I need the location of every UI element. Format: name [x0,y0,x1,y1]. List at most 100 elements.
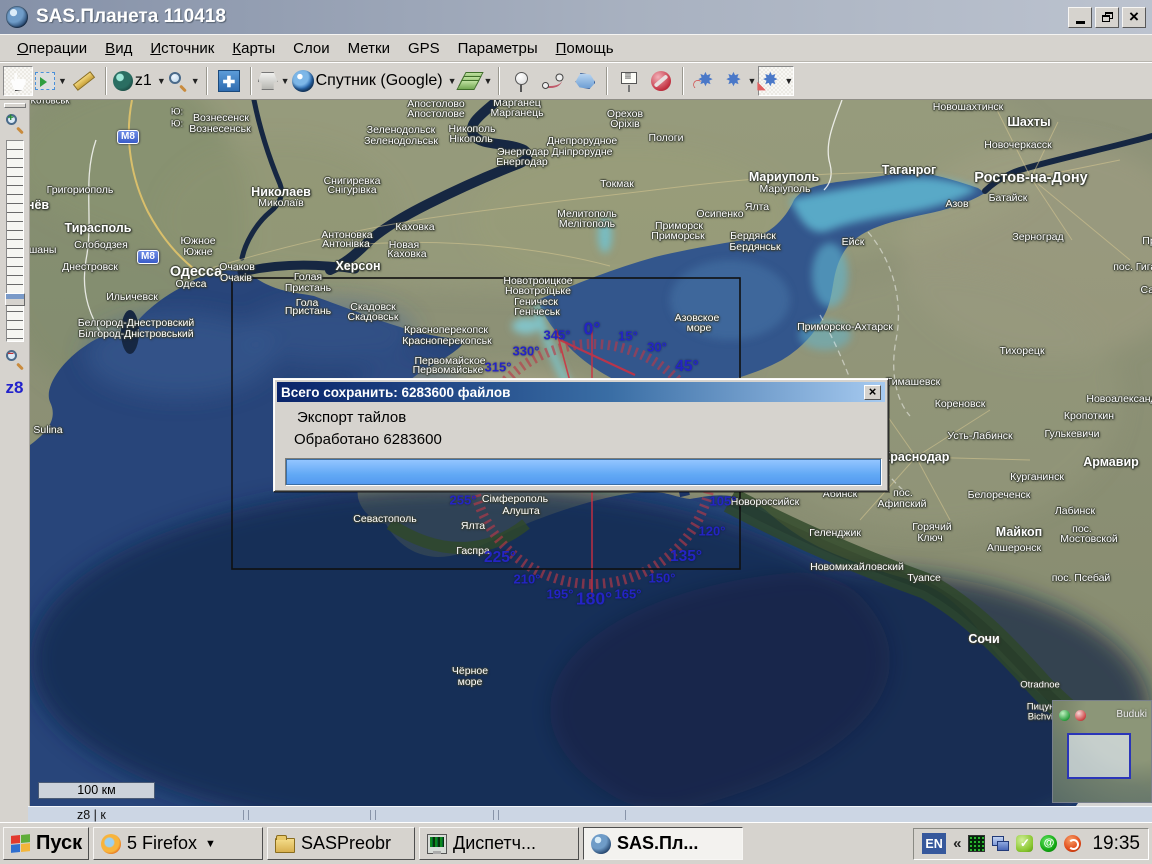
dropdown-arrow-icon[interactable]: ▼ [747,76,756,86]
minimize-icon [1076,21,1085,24]
dropdown-arrow-icon[interactable]: ▼ [157,76,166,86]
pan-tool-button[interactable] [3,66,33,96]
ruler-tool-button[interactable] [69,66,99,96]
layers-icon [459,72,481,90]
task-buttons: 5 Firefox ▼ SASPreobr Диспетч... SAS.Пл... [93,827,743,860]
status-divider [625,810,626,820]
dropdown-arrow-icon[interactable]: ▼ [191,76,200,86]
toolbar: ▼ z1 ▼ ▼ ▼ Спутник (Google) ▼ ▼ ▼ ▼ [0,62,1152,100]
status-divider [370,810,376,820]
scale-bar: 100 км [38,782,155,799]
dropdown-arrow-icon[interactable]: ▼ [448,76,457,86]
polygon-button[interactable] [570,66,600,96]
zoom-in-button[interactable]: + [4,112,26,134]
dialog-operation-label: Экспорт тайлов [297,409,406,426]
taskbar-task-button[interactable]: Диспетч... [419,827,579,860]
taskbar-task-button[interactable]: 5 Firefox ▼ [93,827,263,860]
dropdown-arrow-icon[interactable]: ▼ [484,76,493,86]
menu-item[interactable]: GPS [399,37,449,60]
task-group-dropdown-icon[interactable]: ▼ [205,838,216,850]
forbidden-icon [651,71,671,91]
menu-item[interactable]: Помощь [547,37,623,60]
progress-bar [285,458,882,486]
sas-icon [591,834,611,854]
updater-tray-icon[interactable] [1064,835,1081,852]
minimize-button[interactable] [1068,7,1092,28]
dropdown-arrow-icon[interactable]: ▼ [58,76,67,86]
search-button[interactable]: ▼ [168,66,200,96]
network-traffic-tray-icon[interactable] [968,835,985,852]
restore-icon [1102,12,1113,22]
title-bar: SAS.Планета 110418 × [0,0,1152,34]
app-globe-icon [6,6,28,28]
zoom-slider[interactable] [6,140,24,342]
export-progress-dialog: Всего сохранить: 6283600 файлов × Экспор… [273,378,889,492]
menu-item[interactable]: Операции [8,37,96,60]
start-label: Пуск [36,832,82,855]
fullscreen-button[interactable] [214,66,244,96]
route-button[interactable] [538,66,568,96]
download-manager-tray-icon[interactable]: @ [1040,835,1057,852]
gps-satellite-icon [694,71,716,91]
menu-item[interactable]: Источник [141,37,223,60]
menu-item[interactable]: Карты [223,37,284,60]
toolbar-separator [250,67,252,95]
zoom-out-button[interactable]: − [4,348,26,370]
taskbar-task-button[interactable]: SAS.Пл... [583,827,743,860]
gps-connect-button[interactable] [690,66,720,96]
taskbar-task-button[interactable]: SASPreobr [267,827,415,860]
route-icon [542,72,564,90]
relief-button[interactable]: ▼ [258,66,290,96]
placemark-button[interactable] [506,66,536,96]
overview-minimap[interactable]: Buduki [1052,700,1152,803]
antivirus-check-tray-icon[interactable]: ✓ [1016,835,1033,852]
restore-button[interactable] [1095,7,1119,28]
dark-globe-icon [113,71,133,91]
toolbar-separator [105,67,107,95]
menu-item[interactable]: Параметры [449,37,547,60]
dialog-title-bar[interactable]: Всего сохранить: 6283600 файлов × [277,382,885,402]
tray-expand-chevron[interactable]: « [953,835,961,852]
gps-satellite-icon [759,71,781,91]
panel-grip[interactable] [4,103,26,108]
app-window: SAS.Планета 110418 × ОперацииВидИсточник… [0,0,1152,864]
selection-tool-button[interactable]: ▼ [35,66,67,96]
close-button[interactable]: × [1122,7,1146,28]
layers-button[interactable]: ▼ [459,66,493,96]
hide-marks-button[interactable] [646,66,676,96]
status-zoom-text: z8 | к [77,808,106,822]
status-divider [493,810,499,820]
minimap-zoom-out-icon[interactable] [1075,710,1086,721]
prev-zoom-button[interactable]: z1 ▼ [113,66,166,96]
gps-follow-button[interactable]: ▼ [758,66,794,96]
toolbar-separator [606,67,608,95]
zoom-slider-thumb[interactable] [5,293,25,306]
system-tray: EN « ✓ @ 19:35 [913,828,1149,860]
status-bar: z8 | к [28,806,1152,822]
sign-icon [621,72,637,84]
network-connection-tray-icon[interactable] [992,835,1009,852]
minimap-view-rectangle[interactable] [1067,733,1131,779]
dropdown-arrow-icon[interactable]: ▼ [281,76,290,86]
gps-track-button[interactable]: ▼ [722,66,756,96]
marks-list-button[interactable] [614,66,644,96]
dropdown-arrow-icon[interactable]: ▼ [784,76,793,86]
minimap-zoom-in-icon[interactable] [1059,710,1070,721]
task-label: 5 Firefox [127,833,197,854]
toolbar-separator [206,67,208,95]
menu-bar: ОперацииВидИсточникКартыСлоиМеткиGPSПара… [0,34,1152,62]
window-title: SAS.Планета 110418 [36,6,1065,28]
statusbar-corner [0,806,28,822]
task-label: Диспетч... [453,833,536,854]
firefox-icon [101,834,121,854]
map-source-selector[interactable]: Спутник (Google) ▼ [292,66,457,96]
hand-icon [9,71,27,91]
taskbar-clock: 19:35 [1092,833,1140,855]
map-source-label: Спутник (Google) [316,72,443,90]
dialog-close-button[interactable]: × [864,385,881,400]
menu-item[interactable]: Метки [339,37,399,60]
language-indicator[interactable]: EN [922,833,946,854]
start-button[interactable]: Пуск [3,827,89,860]
menu-item[interactable]: Вид [96,37,141,60]
menu-item[interactable]: Слои [284,37,338,60]
